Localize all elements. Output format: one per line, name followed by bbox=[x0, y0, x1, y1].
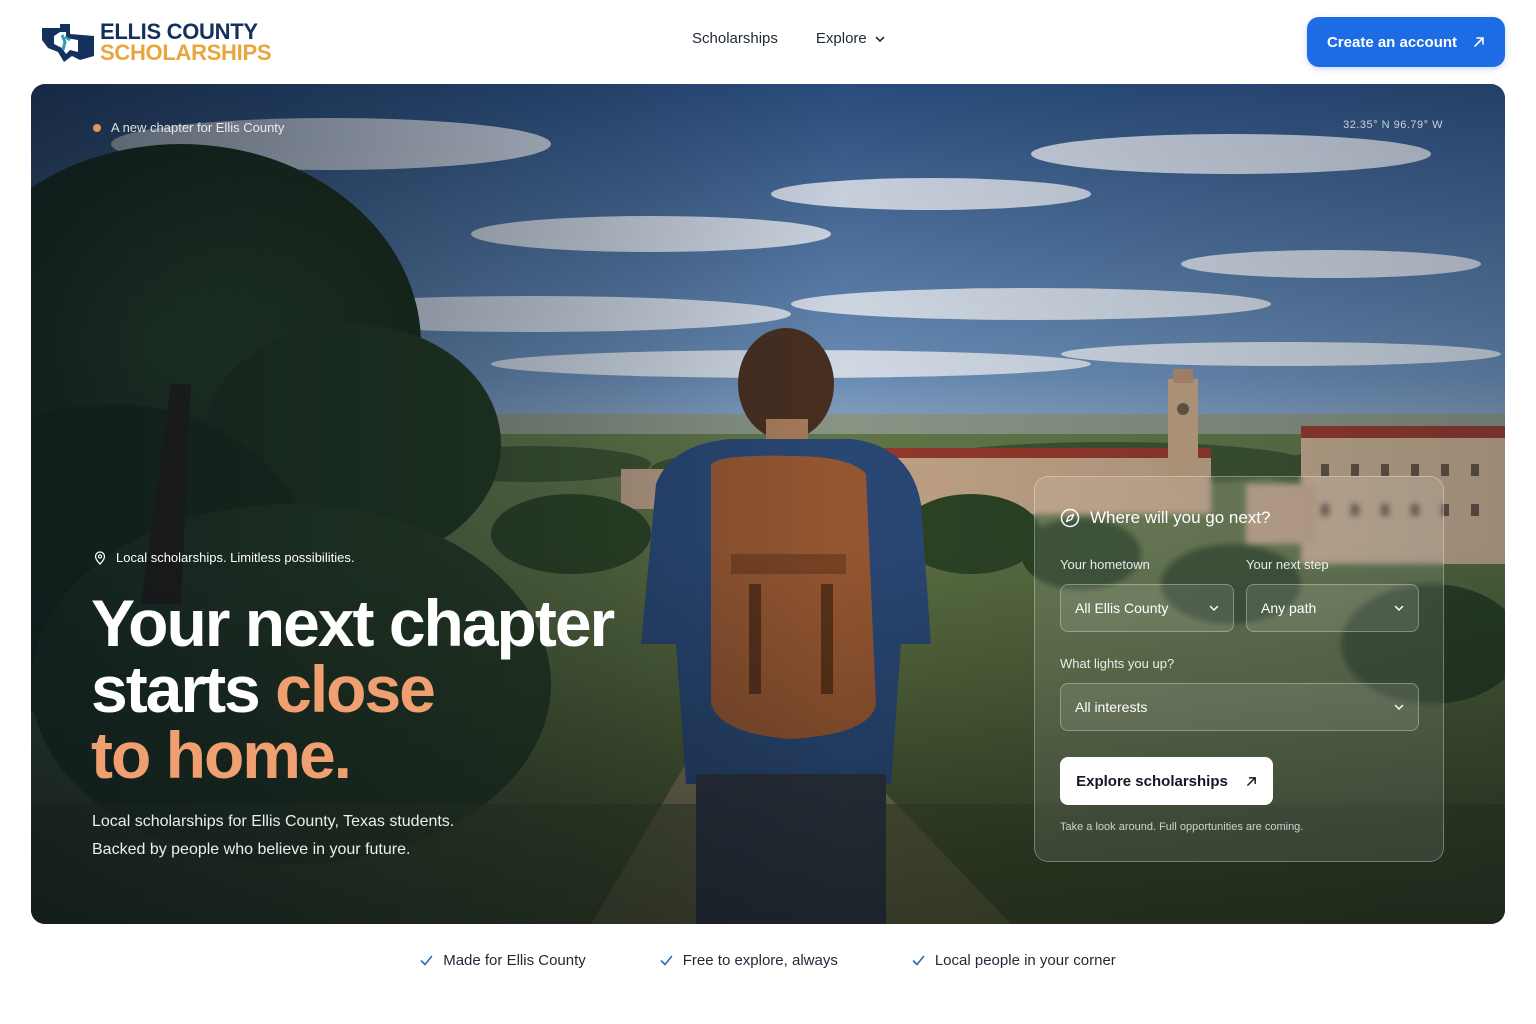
hero-section: A new chapter for Ellis County 32.35° N … bbox=[31, 84, 1505, 924]
next-step-value: Any path bbox=[1261, 600, 1317, 616]
interests-label: What lights you up? bbox=[1060, 656, 1175, 671]
site-header: ELLIS COUNTY SCHOLARSHIPS Scholarships E… bbox=[0, 0, 1536, 84]
hero-tagline-text: Local scholarships. Limitless possibilit… bbox=[116, 550, 355, 565]
next-step-select[interactable]: Any path bbox=[1246, 584, 1419, 632]
headline-line2: starts bbox=[91, 652, 276, 726]
status-dot-icon bbox=[93, 123, 101, 132]
nav-link-label: Scholarships bbox=[692, 30, 778, 47]
chevron-down-icon bbox=[1394, 704, 1404, 711]
feature-label: Local people in your corner bbox=[934, 952, 1116, 969]
feature-list: Made for Ellis County Free to explore, a… bbox=[0, 952, 1536, 969]
hero-eyebrow: A new chapter for Ellis County bbox=[93, 120, 284, 135]
feature-label: Made for Ellis County bbox=[443, 952, 586, 969]
create-account-button[interactable]: Create an account bbox=[1307, 17, 1505, 67]
feature-item: Local people in your corner bbox=[912, 952, 1116, 969]
hero-headline: Your next chapter starts close to home. bbox=[91, 590, 691, 788]
hometown-select[interactable]: All Ellis County bbox=[1060, 584, 1234, 632]
chevron-down-icon bbox=[875, 36, 885, 42]
nav-link-explore[interactable]: Explore bbox=[816, 30, 885, 47]
main-nav: Scholarships Explore bbox=[692, 30, 885, 47]
nav-link-label: Explore bbox=[815, 30, 867, 47]
explore-scholarships-button[interactable]: Explore scholarships bbox=[1060, 757, 1273, 805]
arrow-up-right-icon bbox=[1474, 37, 1484, 47]
brand-name-line2: SCHOLARSHIPS bbox=[100, 39, 272, 65]
hometown-label: Your hometown bbox=[1060, 557, 1150, 572]
headline-line3-accent: to home. bbox=[91, 718, 352, 792]
scholarship-search-panel: Where will you go next? Your hometown Al… bbox=[1034, 476, 1444, 862]
hero-subtext-line2: Backed by people who believe in your fut… bbox=[92, 841, 411, 858]
check-icon bbox=[912, 955, 925, 966]
arrow-up-right-icon bbox=[1246, 776, 1256, 786]
feature-item: Free to explore, always bbox=[660, 952, 838, 969]
create-account-label: Create an account bbox=[1326, 33, 1458, 51]
interests-value: All interests bbox=[1075, 699, 1148, 715]
hero-subtext: Local scholarships for Ellis County, Tex… bbox=[92, 808, 454, 864]
map-pin-icon bbox=[94, 550, 106, 565]
next-step-label: Your next step bbox=[1246, 557, 1329, 572]
hero-coordinates: 32.35° N 96.79° W bbox=[1343, 119, 1443, 131]
hero-tagline: Local scholarships. Limitless possibilit… bbox=[93, 550, 354, 565]
hero-subtext-line1: Local scholarships for Ellis County, Tex… bbox=[92, 813, 455, 830]
nav-link-scholarships[interactable]: Scholarships bbox=[692, 30, 778, 47]
headline-line2-accent: close bbox=[275, 652, 436, 726]
panel-note: Take a look around. Full opportunities a… bbox=[1060, 821, 1304, 833]
explore-scholarships-label: Explore scholarships bbox=[1076, 772, 1228, 790]
compass-icon bbox=[1060, 508, 1080, 528]
chevron-down-icon bbox=[1209, 605, 1219, 612]
feature-item: Made for Ellis County bbox=[420, 952, 586, 969]
check-icon bbox=[660, 955, 673, 966]
headline-line1: Your next chapter bbox=[91, 586, 615, 660]
brand-logo[interactable]: ELLIS COUNTY SCHOLARSHIPS bbox=[40, 20, 272, 65]
panel-title: Where will you go next? bbox=[1060, 508, 1270, 528]
check-icon bbox=[420, 955, 433, 966]
panel-title-text: Where will you go next? bbox=[1090, 508, 1271, 527]
feature-label: Free to explore, always bbox=[682, 952, 838, 969]
hero-eyebrow-text: A new chapter for Ellis County bbox=[111, 120, 285, 135]
chevron-down-icon bbox=[1394, 605, 1404, 612]
hometown-value: All Ellis County bbox=[1075, 600, 1169, 616]
texas-state-logo-icon bbox=[40, 22, 96, 62]
interests-select[interactable]: All interests bbox=[1060, 683, 1419, 731]
